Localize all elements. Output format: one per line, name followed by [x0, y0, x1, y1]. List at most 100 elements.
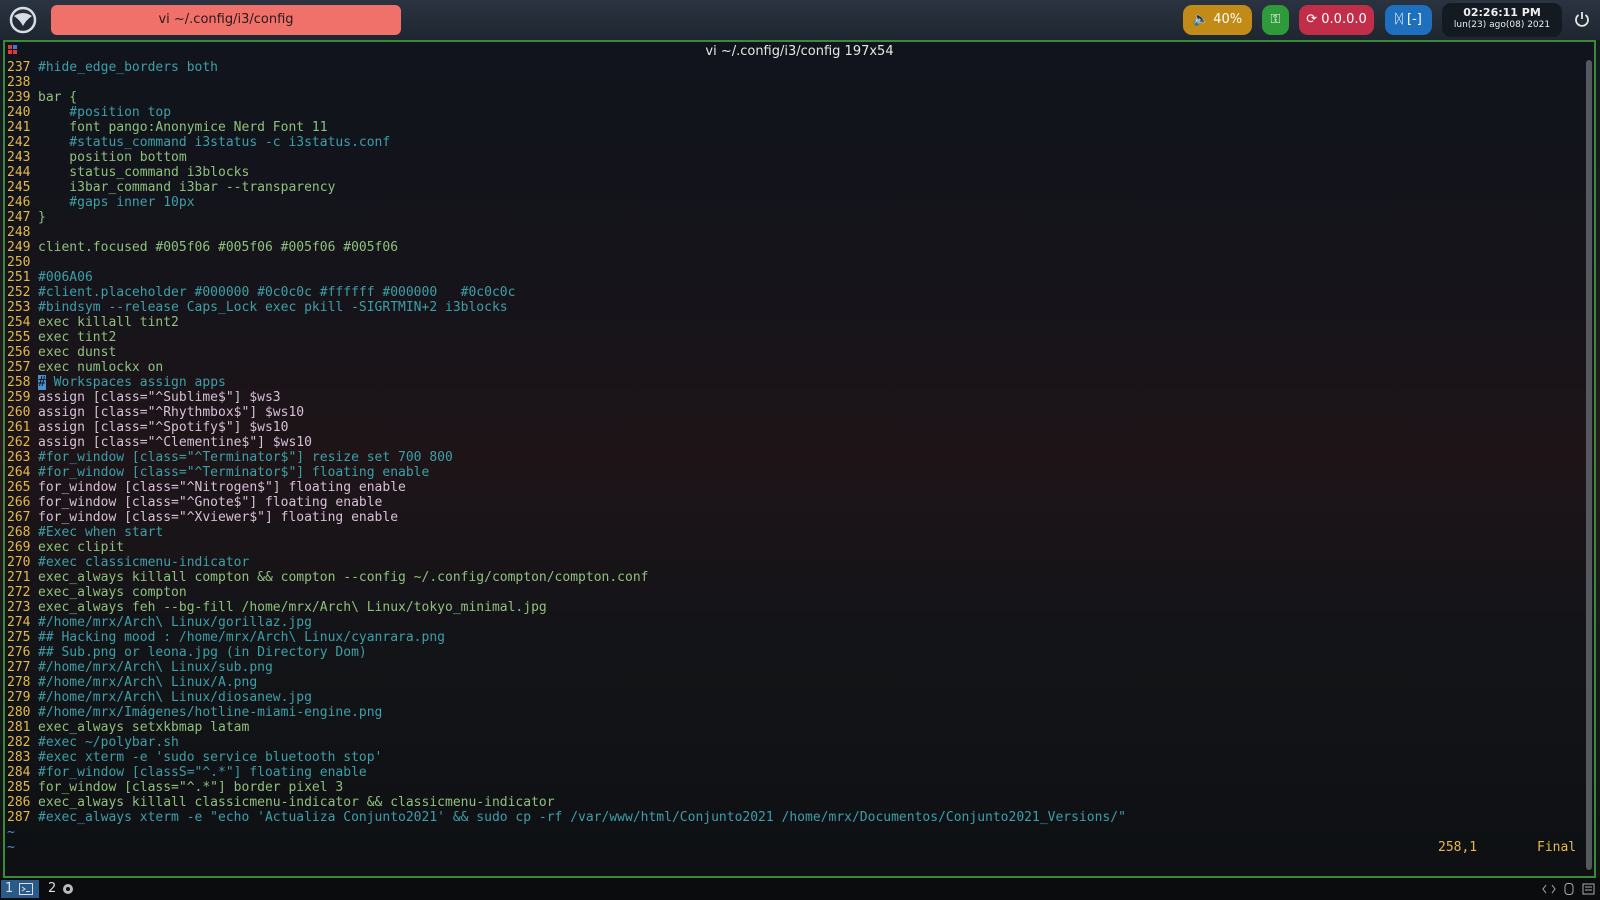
editor-line[interactable]: 281 exec_always setxkbmap latam [7, 720, 1126, 735]
line-text: i3bar_command i3bar --transparency [38, 180, 336, 195]
workspace-1[interactable]: 1 [1, 880, 39, 898]
editor-line[interactable]: 242 #status_command i3status -c i3status… [7, 135, 1126, 150]
editor-line[interactable]: 255 exec tint2 [7, 330, 1126, 345]
line-text: client.focused #005f06 #005f06 #005f06 #… [38, 240, 399, 255]
line-number: 262 [7, 435, 31, 450]
line-text: ## Sub.png or leona.jpg (in Directory Do… [38, 645, 367, 660]
editor-line[interactable]: 252 #client.placeholder #000000 #0c0c0c #… [7, 285, 1126, 300]
app-logo-icon[interactable] [8, 6, 38, 34]
editor-line[interactable]: 258 # Workspaces assign apps [7, 375, 1126, 390]
line-number: 244 [7, 165, 31, 180]
editor-line[interactable]: 268 #Exec when start [7, 525, 1126, 540]
line-text: #/home/mrx/Arch\ Linux/diosanew.jpg [38, 690, 312, 705]
bluetooth-icon: ᛞ [1395, 12, 1403, 27]
editor-line[interactable]: 239 bar { [7, 90, 1126, 105]
terminal-window[interactable]: vi ~/.config/i3/config 197x54 237 #hide_e… [3, 40, 1596, 878]
clock-widget[interactable]: 02:26:11 PM lun(23) ago(08) 2021 [1442, 3, 1562, 37]
editor-line[interactable]: 245 i3bar_command i3bar --transparency [7, 180, 1126, 195]
editor-line[interactable]: 248 [7, 225, 1126, 240]
line-number: 284 [7, 765, 31, 780]
editor-line[interactable]: 272 exec_always compton [7, 585, 1126, 600]
editor-line[interactable]: 285 for_window [class="^.*"] border pixel… [7, 780, 1126, 795]
line-text: assign [class="^Clementine$"] $ws10 [38, 435, 312, 450]
line-number: 282 [7, 735, 31, 750]
editor-line[interactable]: 280 #/home/mrx/Imágenes/hotline-miami-eng… [7, 705, 1126, 720]
editor-line[interactable]: 259 assign [class="^Sublime$"] $ws3 [7, 390, 1126, 405]
line-text: exec_always killall compton && compton -… [38, 570, 649, 585]
editor-line[interactable]: 271 exec_always killall compton && compto… [7, 570, 1126, 585]
line-number: 286 [7, 795, 31, 810]
editor-line[interactable]: 238 [7, 75, 1126, 90]
workspace-2[interactable]: 2 [44, 880, 78, 898]
editor-line[interactable]: 283 #exec xterm -e 'sudo service bluetoot… [7, 750, 1126, 765]
top-panel: vi ~/.config/i3/config 🔈 40% ⚿ ⟳ 0.0.0.0… [0, 0, 1600, 40]
editor-line[interactable]: 282 #exec ~/polybar.sh [7, 735, 1126, 750]
line-text: exec dunst [38, 345, 117, 360]
editor-line[interactable]: 253 #bindsym --release Caps_Lock exec pki… [7, 300, 1126, 315]
editor-line[interactable]: 249 client.focused #005f06 #005f06 #005f0… [7, 240, 1126, 255]
line-number: 250 [7, 255, 31, 270]
editor-line[interactable]: 274 #/home/mrx/Arch\ Linux/gorillaz.jpg [7, 615, 1126, 630]
network-widget[interactable]: ⟳ 0.0.0.0 [1299, 5, 1374, 35]
line-text: for_window [class="^.*"] border pixel 3 [38, 780, 344, 795]
editor-line[interactable]: 254 exec killall tint2 [7, 315, 1126, 330]
editor-line[interactable]: 263 #for_window [class="^Terminator$"] re… [7, 450, 1126, 465]
editor-line[interactable]: 260 assign [class="^Rhythmbox$"] $ws10 [7, 405, 1126, 420]
editor-line[interactable]: 264 #for_window [class="^Terminator$"] fl… [7, 465, 1126, 480]
editor-line[interactable]: 270 #exec classicmenu-indicator [7, 555, 1126, 570]
editor-line[interactable]: 257 exec numlockx on [7, 360, 1126, 375]
key-icon: ⚿ [1270, 12, 1281, 27]
ip-address: 0.0.0.0 [1321, 12, 1367, 27]
editor-line[interactable]: 261 assign [class="^Spotify$"] $ws10 [7, 420, 1126, 435]
editor-line[interactable]: 277 #/home/mrx/Arch\ Linux/sub.png [7, 660, 1126, 675]
scrollbar[interactable] [1586, 60, 1592, 870]
line-number: 260 [7, 405, 31, 420]
line-text: exec clipit [38, 540, 125, 555]
editor-line[interactable]: 244 status_command i3blocks [7, 165, 1126, 180]
editor-line[interactable]: 284 #for_window [classS="^.*"] floating e… [7, 765, 1126, 780]
editor-line[interactable]: 276 ## Sub.png or leona.jpg (in Directory… [7, 645, 1126, 660]
editor-line[interactable]: 275 ## Hacking mood : /home/mrx/Arch\ Lin… [7, 630, 1126, 645]
editor-line[interactable]: 237 #hide_edge_borders both [7, 60, 1126, 75]
line-text: #exec xterm -e 'sudo service bluetooth s… [38, 750, 383, 765]
line-text: #for_window [class="^Terminator$"] resiz… [38, 450, 453, 465]
editor-line[interactable]: 262 assign [class="^Clementine$"] $ws10 [7, 435, 1126, 450]
editor-line[interactable]: 256 exec dunst [7, 345, 1126, 360]
clock-time: 02:26:11 PM [1463, 6, 1541, 19]
key-widget[interactable]: ⚿ [1262, 5, 1289, 35]
focused-window-title[interactable]: vi ~/.config/i3/config [51, 5, 401, 35]
editor-line[interactable]: 251 #006A06 [7, 270, 1126, 285]
line-text: assign [class="^Spotify$"] $ws10 [38, 420, 289, 435]
editor-line[interactable]: 246 #gaps inner 10px [7, 195, 1126, 210]
line-number: 279 [7, 690, 31, 705]
editor-line[interactable]: 287 #exec_always xterm -e "echo 'Actualiz… [7, 810, 1126, 825]
editor-line[interactable]: 241 font pango:Anonymice Nerd Font 11 [7, 120, 1126, 135]
editor-line[interactable]: 265 for_window [class="^Nitrogen$"] float… [7, 480, 1126, 495]
editor-line[interactable]: 266 for_window [class="^Gnote$"] floating… [7, 495, 1126, 510]
line-text: exec numlockx on [38, 360, 164, 375]
editor-buffer[interactable]: 237 #hide_edge_borders both 238 239 bar {240… [7, 60, 1126, 855]
line-number: 252 [7, 285, 31, 300]
editor-line[interactable]: 269 exec clipit [7, 540, 1126, 555]
volume-widget[interactable]: 🔈 40% [1183, 5, 1252, 35]
bluetooth-widget[interactable]: ᛞ [-] [1385, 5, 1432, 35]
editor-line[interactable]: 273 exec_always feh --bg-fill /home/mrx/A… [7, 600, 1126, 615]
line-number: 243 [7, 150, 31, 165]
editor-line[interactable]: 279 #/home/mrx/Arch\ Linux/diosanew.jpg [7, 690, 1126, 705]
editor-line[interactable]: 267 for_window [class="^Xviewer$"] floati… [7, 510, 1126, 525]
editor-line[interactable]: 286 exec_always killall classicmenu-indic… [7, 795, 1126, 810]
line-number: 285 [7, 780, 31, 795]
line-text: assign [class="^Sublime$"] $ws3 [38, 390, 281, 405]
editor-line[interactable]: 247} [7, 210, 1126, 225]
bluetooth-tray-icon[interactable] [1562, 883, 1576, 895]
editor-line[interactable]: 243 position bottom [7, 150, 1126, 165]
line-text: #/home/mrx/Arch\ Linux/A.png [38, 675, 258, 690]
line-text: #for_window [classS="^.*"] floating enab… [38, 765, 367, 780]
line-number: 267 [7, 510, 31, 525]
battery-tray-icon[interactable] [1582, 883, 1596, 895]
editor-line[interactable]: 278 #/home/mrx/Arch\ Linux/A.png [7, 675, 1126, 690]
editor-line[interactable]: 240 #position top [7, 105, 1126, 120]
power-icon[interactable] [1574, 11, 1590, 27]
editor-line[interactable]: 250 [7, 255, 1126, 270]
code-icon[interactable] [1542, 883, 1556, 895]
